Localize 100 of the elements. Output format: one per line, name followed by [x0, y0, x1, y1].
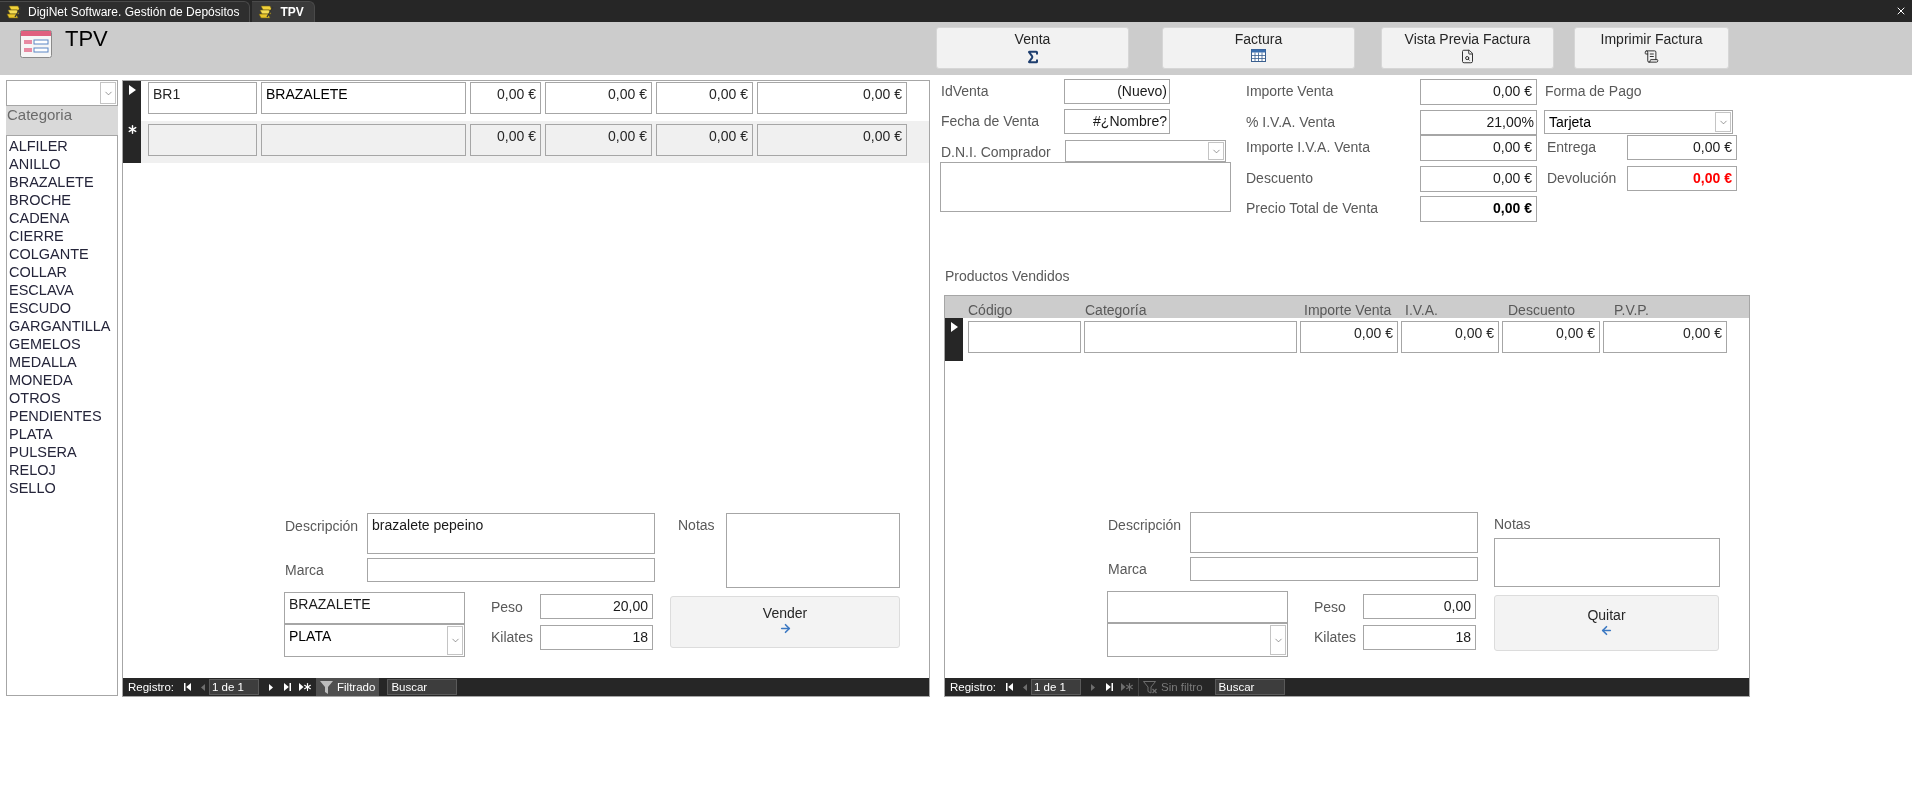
dropdown-field[interactable]: Tarjeta	[1544, 110, 1733, 134]
list-item[interactable]: ESCLAVA	[8, 281, 117, 299]
text-area[interactable]	[940, 162, 1231, 212]
text-field[interactable]: 0,00 €	[1627, 135, 1737, 160]
arrow-left-icon	[1600, 624, 1613, 637]
text-field[interactable]	[968, 321, 1081, 353]
record-number-field[interactable]: 1 de 1	[1031, 679, 1082, 695]
document-tab[interactable]: TPV	[252, 1, 315, 22]
last-record-icon[interactable]	[284, 683, 292, 691]
text-field[interactable]	[1190, 557, 1478, 581]
text-field[interactable]: 0,00 €	[1420, 166, 1537, 192]
list-item[interactable]: ALFILER	[8, 137, 117, 155]
text-field[interactable]: 0,00 €	[470, 124, 541, 156]
text-field[interactable]: 0,00 €	[1300, 321, 1398, 353]
action-button[interactable]: Vender	[670, 596, 900, 648]
text-field[interactable]: 0,00 €	[1603, 321, 1727, 353]
field-label: Precio Total de Venta	[1246, 200, 1379, 216]
list-item[interactable]: PENDIENTES	[8, 407, 117, 425]
record-selector[interactable]	[945, 318, 963, 361]
list-item[interactable]: BRAZALETE	[8, 173, 117, 191]
record-number-field[interactable]: 1 de 1	[209, 679, 260, 695]
field-label: Kilates	[1314, 629, 1357, 645]
text-field[interactable]: 0,00 €	[1401, 321, 1499, 353]
first-record-icon[interactable]	[184, 683, 192, 691]
last-record-icon[interactable]	[1106, 683, 1114, 691]
list-item[interactable]: GARGANTILLA	[8, 317, 117, 335]
text-field[interactable]: BRAZALETE	[261, 82, 466, 114]
list-item[interactable]: OTROS	[8, 389, 117, 407]
list-item[interactable]: MONEDA	[8, 371, 117, 389]
text-field[interactable]: #¿Nombre?	[1064, 109, 1170, 134]
dropdown-field[interactable]: PLATA	[284, 624, 465, 657]
text-field[interactable]	[1190, 512, 1478, 553]
list-item[interactable]: CIERRE	[8, 227, 117, 245]
text-field[interactable]	[367, 558, 655, 582]
category-list[interactable]: ALFILER ANILLO BRAZALETE BROCHE CADENA CIERRE COLGANTE COLLAR ESCLAVA ESCUDO GARGANTILLA GEMELOS MEDALLA MONEDA OTROS PENDIENTES PLATA PULSERA RELOJ SELLO	[6, 135, 118, 696]
text-field[interactable]	[726, 513, 900, 588]
list-item[interactable]: COLGANTE	[8, 245, 117, 263]
search-field[interactable]: Buscar	[387, 679, 458, 695]
text-field[interactable]: 20,00	[540, 594, 653, 619]
funnel-cross-icon	[1143, 680, 1158, 694]
record-selector[interactable]	[123, 121, 141, 163]
text-field[interactable]: 0,00 €	[545, 124, 652, 156]
text-field[interactable]: 0,00 €	[470, 82, 541, 114]
list-item[interactable]: SELLO	[8, 479, 117, 497]
dropdown-button[interactable]	[1715, 112, 1731, 132]
toolbar-button[interactable]: Vista Previa Factura	[1381, 27, 1554, 69]
text-field[interactable]: 0,00 €	[757, 124, 907, 156]
text-field[interactable]: BRAZALETE	[284, 592, 465, 624]
list-item[interactable]: PULSERA	[8, 443, 117, 461]
next-record-icon[interactable]	[269, 683, 274, 691]
list-item[interactable]: ANILLO	[8, 155, 117, 173]
list-item[interactable]: PLATA	[8, 425, 117, 443]
toolbar-button[interactable]: Imprimir Factura	[1574, 27, 1729, 69]
text-field[interactable]: 0,00 €	[1627, 166, 1737, 191]
list-item[interactable]: CADENA	[8, 209, 117, 227]
dropdown-field[interactable]	[1065, 140, 1226, 162]
text-field[interactable]	[1494, 538, 1720, 587]
text-field[interactable]: brazalete pepeino	[367, 513, 655, 554]
table-icon	[1251, 49, 1266, 62]
text-field[interactable]: 0,00 €	[757, 82, 907, 114]
text-field[interactable]: 18	[540, 625, 653, 650]
text-field[interactable]	[261, 124, 466, 156]
document-tab[interactable]: DigiNet Software. Gestión de Depósitos	[0, 1, 251, 22]
dropdown-field[interactable]	[1107, 623, 1288, 657]
text-field[interactable]	[148, 124, 257, 156]
close-icon[interactable]	[1895, 5, 1907, 17]
list-item[interactable]: MEDALLA	[8, 353, 117, 371]
list-item[interactable]: ESCUDO	[8, 299, 117, 317]
search-field[interactable]: Buscar	[1214, 679, 1285, 695]
toolbar-button[interactable]: Factura	[1162, 27, 1355, 69]
new-record-icon[interactable]	[299, 683, 312, 691]
toolbar-button[interactable]: Venta	[936, 27, 1129, 69]
text-field[interactable]	[1084, 321, 1297, 353]
list-item[interactable]: BROCHE	[8, 191, 117, 209]
text-field[interactable]: (Nuevo)	[1064, 79, 1170, 104]
text-field[interactable]: 21,00%	[1420, 110, 1537, 135]
text-field[interactable]: 0,00 €	[1420, 135, 1537, 161]
filter-toggle[interactable]: Filtrado	[316, 678, 380, 696]
column-header: Código	[968, 302, 1013, 318]
record-selector[interactable]	[123, 81, 141, 121]
text-field[interactable]: 0,00 €	[1420, 79, 1537, 105]
text-field[interactable]: 0,00 €	[656, 82, 753, 114]
text-field[interactable]: BR1	[148, 82, 257, 114]
text-field[interactable]: 0,00 €	[545, 82, 652, 114]
dropdown-field[interactable]	[6, 80, 118, 106]
text-field[interactable]: 0,00 €	[1502, 321, 1600, 353]
text-field[interactable]: 0,00 €	[1420, 196, 1537, 222]
text-field[interactable]	[1107, 591, 1288, 623]
text-field[interactable]: 18	[1363, 625, 1476, 650]
text-field[interactable]: 0,00 €	[656, 124, 753, 156]
list-item[interactable]: GEMELOS	[8, 335, 117, 353]
first-record-icon[interactable]	[1006, 683, 1014, 691]
dropdown-button[interactable]	[447, 626, 463, 655]
dropdown-button[interactable]	[1208, 142, 1224, 160]
dropdown-button[interactable]	[1270, 625, 1286, 655]
text-field[interactable]: 0,00	[1363, 594, 1476, 619]
list-item[interactable]: RELOJ	[8, 461, 117, 479]
dropdown-button[interactable]	[100, 82, 116, 104]
list-item[interactable]: COLLAR	[8, 263, 117, 281]
action-button[interactable]: Quitar	[1494, 595, 1719, 651]
